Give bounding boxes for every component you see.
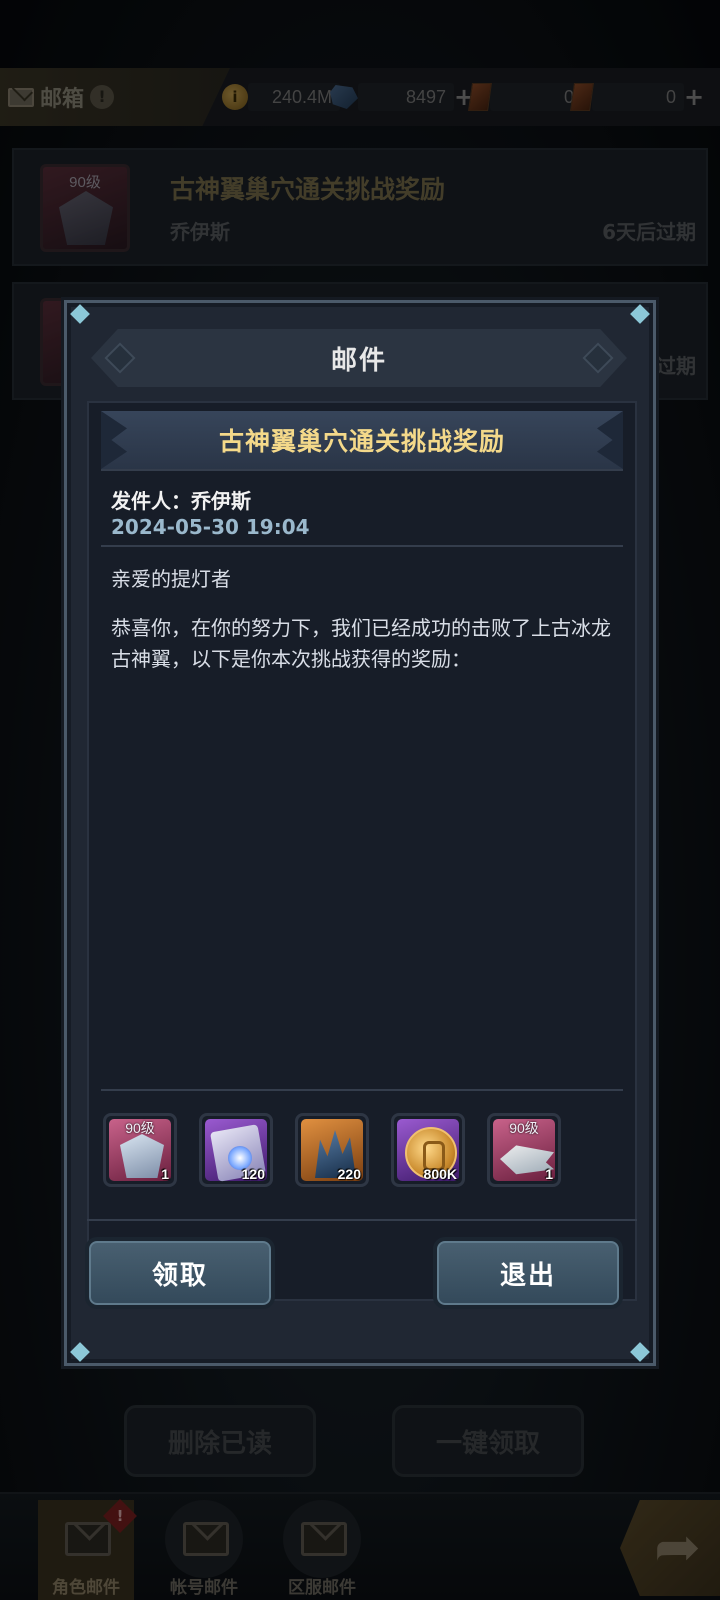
corner-ornament <box>70 1342 90 1362</box>
reward-quantity: 1 <box>545 1166 553 1182</box>
divider <box>101 469 623 471</box>
sender-line: 发件人：乔伊斯 <box>111 489 251 513</box>
exit-button[interactable]: 退出 <box>433 1237 623 1309</box>
corner-ornament <box>70 304 90 324</box>
mail-date: 2024-05-30 19:04 <box>111 515 310 539</box>
reward-item[interactable]: 90级 1 <box>103 1113 177 1187</box>
divider <box>101 1089 623 1091</box>
diamond-ornament <box>582 342 614 374</box>
reward-quantity: 800K <box>423 1166 457 1182</box>
reward-level: 90级 <box>125 1120 155 1136</box>
mail-subject: 古神翼巢穴通关挑战奖励 <box>218 427 505 456</box>
reward-item[interactable]: 220 <box>295 1113 369 1187</box>
corner-ornament <box>630 304 650 324</box>
claim-button[interactable]: 领取 <box>85 1237 275 1309</box>
divider <box>87 1219 637 1221</box>
reward-item[interactable]: 90级 1 <box>487 1113 561 1187</box>
reward-item[interactable]: 800K <box>391 1113 465 1187</box>
dialog-title: 邮件 <box>330 345 387 376</box>
reward-list: 90级 1 120 220 800K 90级 1 <box>103 1113 623 1193</box>
dialog-header: 邮件 <box>91 329 627 387</box>
mail-greeting: 亲爱的提灯者 <box>111 567 231 591</box>
divider <box>101 545 623 547</box>
corner-ornament <box>630 1342 650 1362</box>
reward-quantity: 220 <box>337 1166 361 1182</box>
mail-content-panel: 古神翼巢穴通关挑战奖励 发件人：乔伊斯 2024-05-30 19:04 亲爱的… <box>87 401 637 1301</box>
mail-dialog: 邮件 古神翼巢穴通关挑战奖励 发件人：乔伊斯 2024-05-30 19:04 … <box>64 300 656 1366</box>
reward-quantity: 120 <box>241 1166 265 1182</box>
mail-body: 恭喜你，在你的努力下，我们已经成功的击败了上古冰龙古神翼，以下是你本次挑战获得的… <box>111 616 611 671</box>
reward-level: 90级 <box>509 1120 539 1136</box>
reward-item[interactable]: 120 <box>199 1113 273 1187</box>
reward-quantity: 1 <box>161 1166 169 1182</box>
diamond-ornament <box>104 342 136 374</box>
subject-banner: 古神翼巢穴通关挑战奖励 <box>101 411 623 469</box>
